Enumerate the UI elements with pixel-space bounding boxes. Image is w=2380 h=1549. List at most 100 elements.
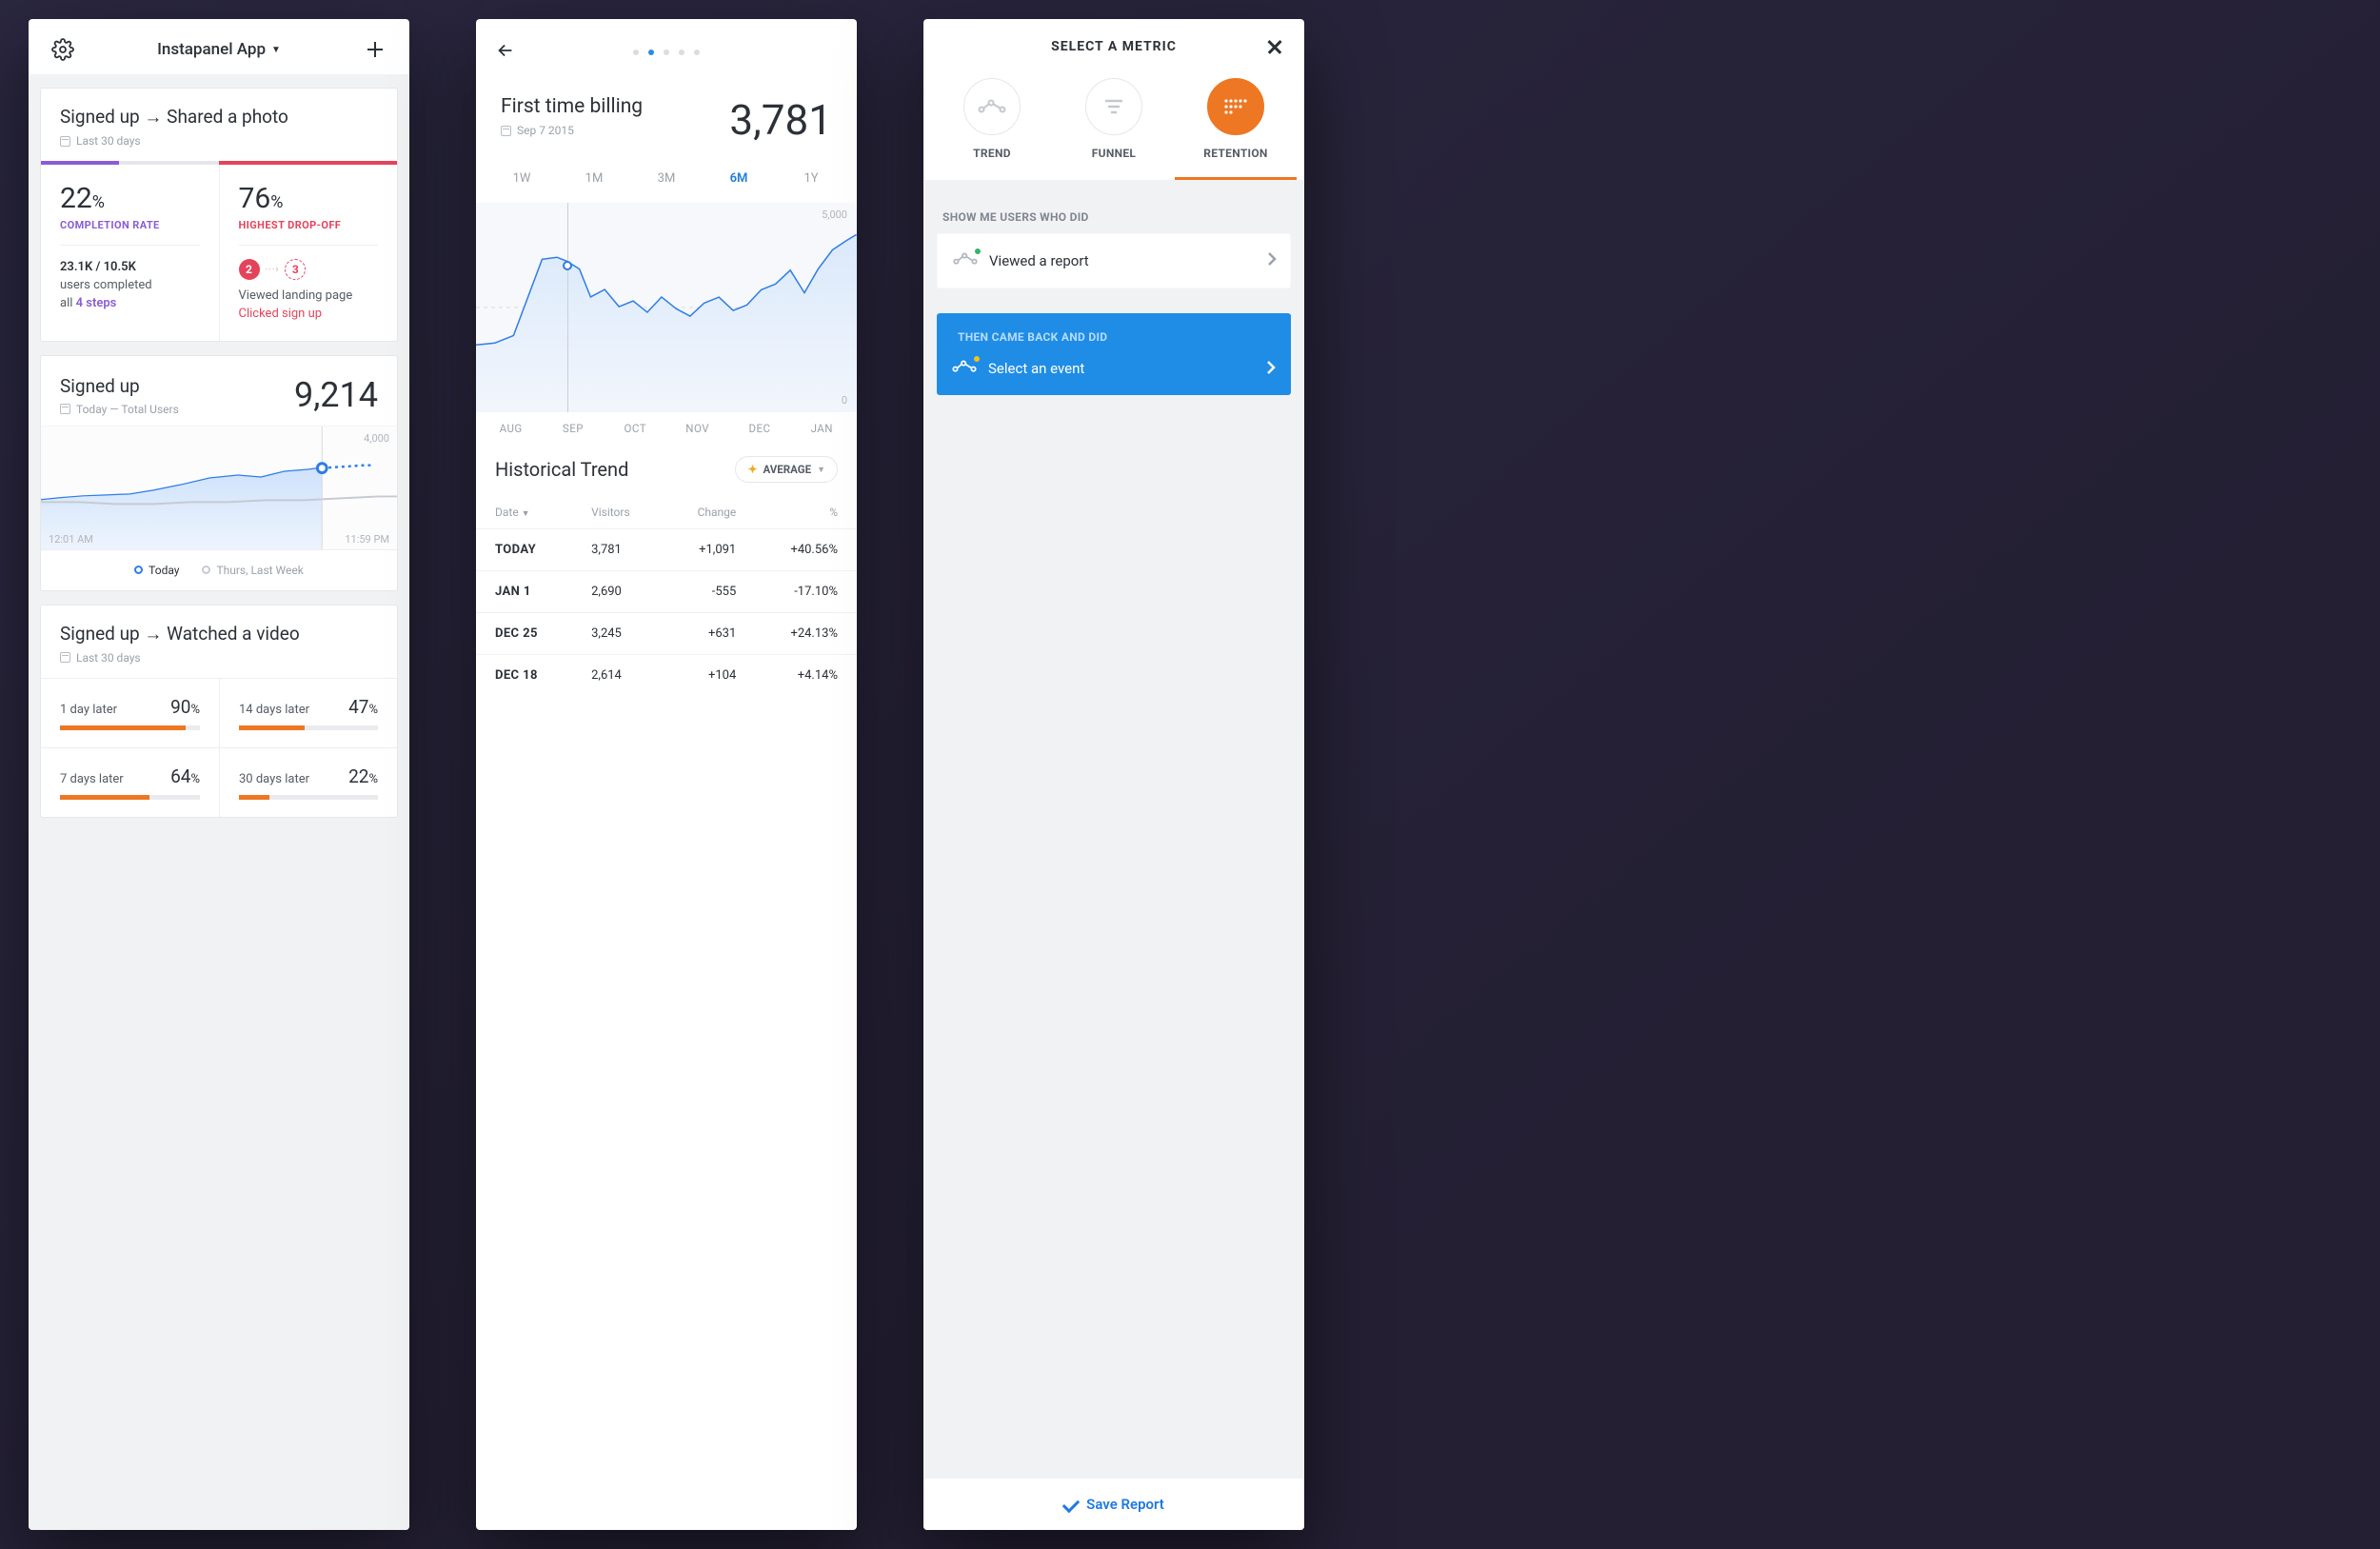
retention-bar: [239, 795, 378, 800]
historical-title: Historical Trend: [495, 458, 628, 481]
completion-label: COMPLETION RATE: [60, 219, 200, 231]
select-first-event[interactable]: Viewed a report: [937, 233, 1291, 288]
cell-change: +631: [664, 613, 755, 655]
legend-compare: Thurs, Last Week: [202, 564, 303, 577]
retention-card-title: Signed up → Watched a video: [60, 623, 378, 645]
check-icon: [1062, 1496, 1080, 1513]
back-icon[interactable]: [495, 40, 516, 65]
save-report-button[interactable]: Save Report: [923, 1479, 1304, 1530]
detail-date: Sep 7 2015: [501, 124, 643, 137]
select-return-event[interactable]: Select an event: [952, 344, 1276, 395]
xaxis-label: AUG: [480, 422, 542, 435]
retention-bar: [239, 725, 378, 730]
range-1w[interactable]: 1W: [486, 164, 558, 193]
cell-date: TODAY: [476, 529, 572, 571]
dropoff-label: HIGHEST DROP-OFF: [239, 219, 379, 231]
cell-change: -555: [664, 571, 755, 613]
table-row[interactable]: TODAY 3,781 +1,091 +40.56%: [476, 529, 857, 571]
dashboard-body: Signed up → Shared a photo Last 30 days …: [29, 74, 409, 1530]
xaxis-label: NOV: [666, 422, 728, 435]
table-header[interactable]: Date ▼: [476, 496, 572, 529]
funnel-card-header: Signed up → Shared a photo Last 30 days: [41, 89, 397, 161]
xaxis-label: JAN: [791, 422, 853, 435]
table-header[interactable]: Visitors: [572, 496, 664, 529]
section-label: THEN CAME BACK AND DID: [958, 330, 1270, 344]
app-selector[interactable]: Instapanel App ▼: [157, 40, 281, 59]
tab-trend[interactable]: TREND: [931, 78, 1053, 180]
retention-label: 30 days later: [239, 772, 309, 786]
chart-ylabel: 4,000: [364, 432, 389, 445]
chart-xaxis: AUGSEPOCTNOVDECJAN: [476, 412, 857, 452]
totals-header: Signed up Today — Total Users 9,214: [41, 356, 397, 416]
table-row[interactable]: DEC 18 2,614 +104 +4.14%: [476, 655, 857, 697]
range-6m[interactable]: 6M: [703, 164, 775, 193]
chevron-right-icon: [1266, 360, 1276, 379]
page-indicator[interactable]: [633, 50, 700, 55]
cell-visitors: 3,245: [572, 613, 664, 655]
tab-funnel[interactable]: FUNNEL: [1053, 78, 1175, 180]
xaxis-label: OCT: [605, 422, 666, 435]
step-from-badge: 2: [239, 259, 260, 280]
cell-change: +104: [664, 655, 755, 697]
cell-pct: +4.14%: [755, 655, 857, 697]
cell-visitors: 3,781: [572, 529, 664, 571]
average-selector[interactable]: ✦ AVERAGE ▼: [735, 456, 838, 483]
add-icon[interactable]: [364, 38, 387, 61]
retention-label: 7 days later: [60, 772, 124, 786]
selected-event-label: Viewed a report: [989, 252, 1089, 269]
close-icon[interactable]: [1266, 38, 1283, 55]
cell-pct: +40.56%: [755, 529, 857, 571]
caret-down-icon: ▼: [817, 465, 825, 475]
detail-summary: First time billing Sep 7 2015 3,781: [476, 72, 857, 154]
totals-sub: Today — Total Users: [60, 403, 179, 416]
tab-label: TREND: [931, 147, 1053, 160]
cell-pct: -17.10%: [755, 571, 857, 613]
section-label: SHOW ME USERS WHO DID: [942, 210, 1285, 224]
dot-today-icon: [134, 566, 143, 574]
cell-date: DEC 25: [476, 613, 572, 655]
range-1y[interactable]: 1Y: [775, 164, 847, 193]
arrow-dots-icon: ···›: [266, 265, 280, 275]
settings-icon[interactable]: [51, 38, 74, 61]
retention-grid: 1 day later90%14 days later47%7 days lat…: [41, 678, 397, 817]
app-header: Instapanel App ▼: [29, 19, 409, 74]
range-3m[interactable]: 3M: [630, 164, 703, 193]
range-1m[interactable]: 1M: [558, 164, 630, 193]
calendar-icon: [60, 652, 70, 663]
calendar-icon: [501, 126, 511, 136]
calendar-icon: [60, 404, 70, 414]
retention-cell: 7 days later64%: [41, 747, 219, 817]
chart-xend: 11:59 PM: [345, 533, 389, 546]
cell-date: JAN 1: [476, 571, 572, 613]
totals-value: 9,214: [294, 375, 378, 415]
historical-header: Historical Trend ✦ AVERAGE ▼: [476, 452, 857, 496]
save-label: Save Report: [1086, 1496, 1164, 1513]
funnel-card[interactable]: Signed up → Shared a photo Last 30 days …: [40, 88, 398, 342]
retention-value: 22%: [348, 765, 378, 787]
table-header[interactable]: %: [755, 496, 857, 529]
retention-label: 1 day later: [60, 703, 117, 717]
tab-retention[interactable]: RETENTION: [1175, 78, 1297, 180]
chevron-right-icon: [1267, 251, 1277, 270]
retention-bar: [60, 725, 200, 730]
table-row[interactable]: JAN 1 2,690 -555 -17.10%: [476, 571, 857, 613]
cell-change: +1,091: [664, 529, 755, 571]
main-chart[interactable]: 5,000 0: [476, 203, 857, 412]
screen-dashboard: Instapanel App ▼ Signed up → Shared a ph…: [29, 19, 409, 1530]
detail-title: First time billing: [501, 95, 643, 118]
table-row[interactable]: DEC 25 3,245 +631 +24.13%: [476, 613, 857, 655]
retention-card[interactable]: Signed up → Watched a video Last 30 days…: [40, 605, 398, 818]
modal-title: SELECT A METRIC: [923, 39, 1304, 54]
completion-stat: 22% COMPLETION RATE 23.1K / 10.5K users …: [41, 165, 219, 341]
range-selector: 1W1M3M6M1Y: [476, 154, 857, 203]
retention-cell: 14 days later47%: [219, 679, 397, 747]
chart-xstart: 12:01 AM: [49, 533, 93, 546]
select-metric-header: SELECT A METRIC: [923, 19, 1304, 55]
section-first-event: SHOW ME USERS WHO DID Viewed a report: [937, 210, 1291, 288]
totals-card[interactable]: Signed up Today — Total Users 9,214 4,00…: [40, 355, 398, 591]
table-header[interactable]: Change: [664, 496, 755, 529]
tab-label: RETENTION: [1175, 147, 1297, 160]
metric-tabs: TREND FUNNEL RETENTION: [923, 55, 1304, 180]
dropoff-stat: 76% HIGHEST DROP-OFF 2 ···› 3 Viewed lan…: [219, 165, 398, 341]
tab-label: FUNNEL: [1053, 147, 1175, 160]
